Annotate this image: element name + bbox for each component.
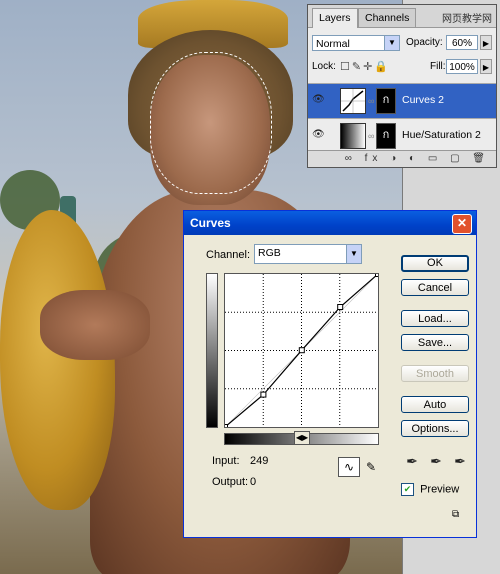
layers-tab-bar: Layers Channels 网页教学网	[308, 5, 496, 28]
eye-icon[interactable]: 👁	[312, 94, 326, 106]
link-icon[interactable]: ∞	[368, 131, 374, 141]
layer-name: Hue/Saturation 2	[402, 129, 481, 141]
input-label: Input:	[212, 455, 240, 467]
curve-graph[interactable]	[222, 271, 381, 430]
lock-icons[interactable]: ☐✎✛🔒	[340, 60, 390, 73]
watermark-text: 网页教学网	[442, 14, 492, 25]
link-icon[interactable]: ∞	[368, 96, 374, 106]
input-value: 249	[250, 455, 269, 467]
curve-control-point[interactable]	[260, 391, 267, 398]
output-label: Output:	[212, 476, 249, 488]
tab-layers[interactable]: Layers	[312, 8, 358, 28]
chevron-down-icon: ▼	[384, 36, 399, 50]
preview-checkbox-row[interactable]: ✔ Preview	[401, 483, 459, 496]
gray-eyedropper-icon[interactable]: ✒	[428, 453, 444, 471]
dialog-title: Curves	[190, 216, 231, 230]
curve-tool-icon[interactable]: ∿	[338, 457, 360, 477]
opacity-slider-arrow[interactable]: ▶	[480, 35, 492, 50]
gradient-toggle-icon[interactable]: ◀▶	[294, 431, 310, 445]
selection-marquee	[150, 52, 272, 194]
ok-button[interactable]: OK	[401, 255, 469, 272]
channel-value: RGB	[258, 247, 281, 259]
output-value: 0	[250, 476, 257, 488]
layer-mask-thumbnail[interactable]: ก	[376, 88, 396, 114]
channel-select[interactable]: RGB ▼	[254, 244, 362, 264]
curve-control-point[interactable]	[222, 424, 228, 430]
auto-button[interactable]: Auto	[401, 396, 469, 413]
opacity-label: Opacity:	[406, 37, 443, 48]
curve-control-point[interactable]	[337, 304, 344, 310]
fill-slider-arrow[interactable]: ▶	[480, 59, 492, 74]
blend-mode-select[interactable]: Normal ▼	[312, 35, 400, 51]
channel-label: Channel:	[206, 249, 251, 261]
preview-checkbox[interactable]: ✔	[401, 483, 414, 496]
blend-mode-value: Normal	[316, 38, 350, 50]
options-button[interactable]: Options...	[401, 420, 469, 437]
expand-view-icon[interactable]: ⧉	[452, 509, 466, 521]
curve-canvas[interactable]	[222, 271, 381, 430]
blend-row: Normal ▼ Opacity: 60% ▶	[312, 35, 492, 53]
eye-icon[interactable]: 👁	[312, 129, 326, 141]
layers-panel: Layers Channels 网页教学网 Normal ▼ Opacity: …	[307, 4, 497, 168]
layer-name: Curves 2	[402, 94, 445, 106]
save-button[interactable]: Save...	[401, 334, 469, 351]
layer-mask-thumbnail[interactable]: ก	[376, 123, 396, 149]
smooth-button[interactable]: Smooth	[401, 365, 469, 382]
load-button[interactable]: Load...	[401, 310, 469, 327]
opacity-input[interactable]: 60%	[446, 35, 478, 50]
white-eyedropper-icon[interactable]: ✒	[452, 453, 468, 471]
layer-row-hue-saturation[interactable]: 👁 ∞ ก Hue/Saturation 2	[308, 118, 496, 153]
curves-dialog: Curves ✕ Channel: RGB ▼ ◀▶ Input: 249 Ou…	[183, 210, 477, 538]
layer-row-curves[interactable]: 👁 ∞ ก Curves 2	[308, 83, 496, 118]
black-eyedropper-icon[interactable]: ✒	[404, 453, 420, 471]
preview-label: Preview	[420, 483, 460, 496]
curve-control-point[interactable]	[375, 271, 381, 277]
curves-adjustment-icon	[340, 88, 366, 114]
hue-saturation-icon	[340, 123, 366, 149]
lock-row: Lock: ☐✎✛🔒 Fill: 100% ▶	[312, 59, 492, 77]
cancel-button[interactable]: Cancel	[401, 279, 469, 296]
tab-channels[interactable]: Channels	[358, 8, 417, 27]
statue-hand	[40, 290, 150, 360]
fill-label: Fill:	[430, 61, 446, 72]
pencil-tool-icon[interactable]: ✎	[360, 457, 382, 477]
close-icon[interactable]: ✕	[452, 214, 472, 234]
chevron-down-icon: ▼	[346, 245, 361, 263]
output-gradient-bar	[206, 273, 218, 428]
dialog-titlebar[interactable]: Curves ✕	[184, 211, 476, 235]
fill-input[interactable]: 100%	[446, 59, 478, 74]
layers-footer-toolbar[interactable]: ∞ fx ◑ ◐ ▭ ▢ 🗑	[308, 150, 496, 167]
lock-label: Lock:	[312, 61, 336, 72]
curve-control-point[interactable]	[298, 347, 305, 354]
